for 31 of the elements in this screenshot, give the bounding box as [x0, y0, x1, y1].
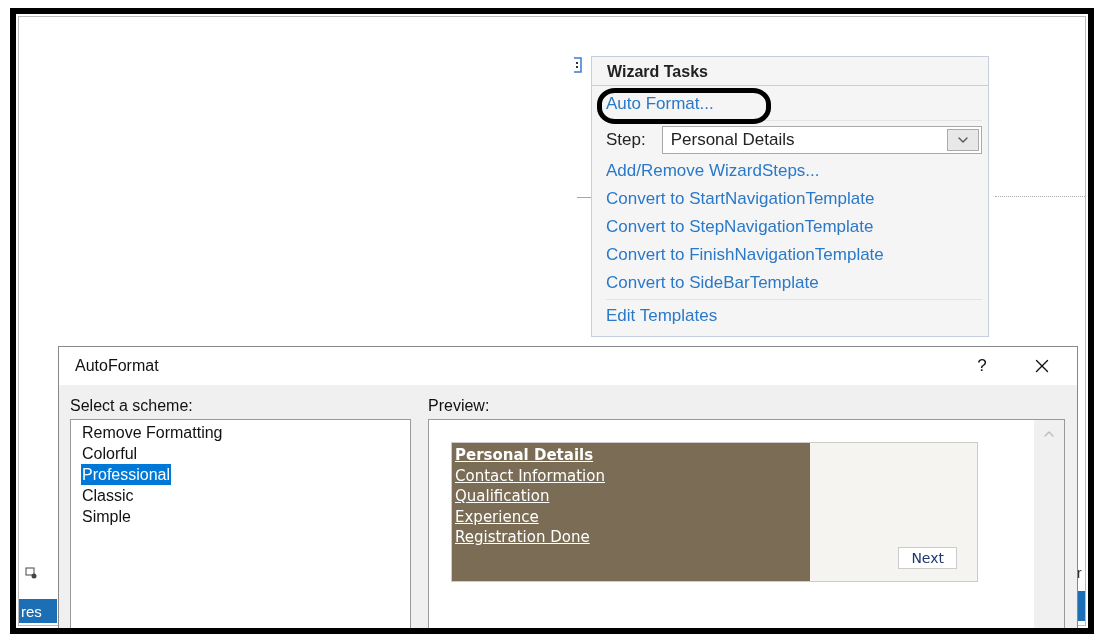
- dialog-title: AutoFormat: [75, 357, 160, 375]
- task-link[interactable]: Edit Templates: [606, 306, 718, 325]
- step-dropdown[interactable]: Personal Details: [661, 126, 982, 154]
- task-link[interactable]: Convert to FinishNavigationTemplate: [606, 245, 884, 264]
- task-link[interactable]: Convert to StepNavigationTemplate: [606, 217, 874, 236]
- task-link[interactable]: Add/Remove WizardSteps...: [606, 161, 820, 180]
- task-link[interactable]: Auto Format...: [606, 94, 714, 113]
- scheme-item[interactable]: Professional: [81, 464, 172, 485]
- scrollbar[interactable]: [1034, 420, 1064, 628]
- scheme-item[interactable]: Colorful: [81, 443, 139, 464]
- scheme-item[interactable]: Remove Formatting: [81, 422, 224, 443]
- next-button[interactable]: Next: [898, 547, 957, 569]
- step-link[interactable]: Experience: [455, 506, 539, 527]
- scheme-label: Select a scheme:: [70, 397, 194, 415]
- step-link[interactable]: Qualification: [455, 486, 550, 507]
- scheme-item[interactable]: Classic: [81, 485, 135, 506]
- step-link[interactable]: Contact Information: [455, 465, 605, 486]
- task-link[interactable]: Convert to StartNavigationTemplate: [606, 189, 875, 208]
- tab-label[interactable]: res: [19, 599, 57, 623]
- smart-tag-icon[interactable]: [573, 57, 583, 73]
- step-link[interactable]: Personal Details: [455, 445, 594, 466]
- task-link[interactable]: Convert to SideBarTemplate: [606, 273, 819, 292]
- scheme-item[interactable]: Simple: [81, 506, 132, 527]
- panel-title: Wizard Tasks: [592, 59, 988, 86]
- step-label: Step:: [606, 130, 646, 150]
- window-icon: [25, 567, 37, 579]
- chevron-down-icon[interactable]: [947, 129, 979, 151]
- step-link[interactable]: Registration Done: [455, 527, 590, 548]
- tab-label: r: [1077, 565, 1083, 581]
- preview-label: Preview:: [428, 397, 491, 415]
- help-button[interactable]: ?: [957, 347, 1007, 385]
